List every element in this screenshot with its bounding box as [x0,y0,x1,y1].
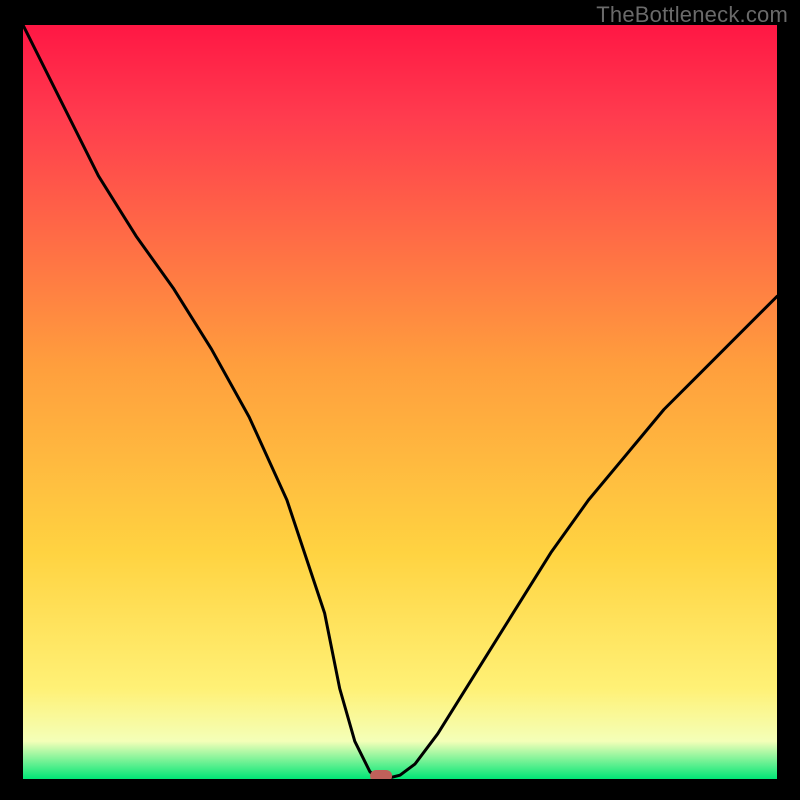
gradient-background [23,25,777,779]
optimal-marker [370,770,392,779]
chart-frame: TheBottleneck.com [0,0,800,800]
bottleneck-plot [23,25,777,779]
plot-svg [23,25,777,779]
